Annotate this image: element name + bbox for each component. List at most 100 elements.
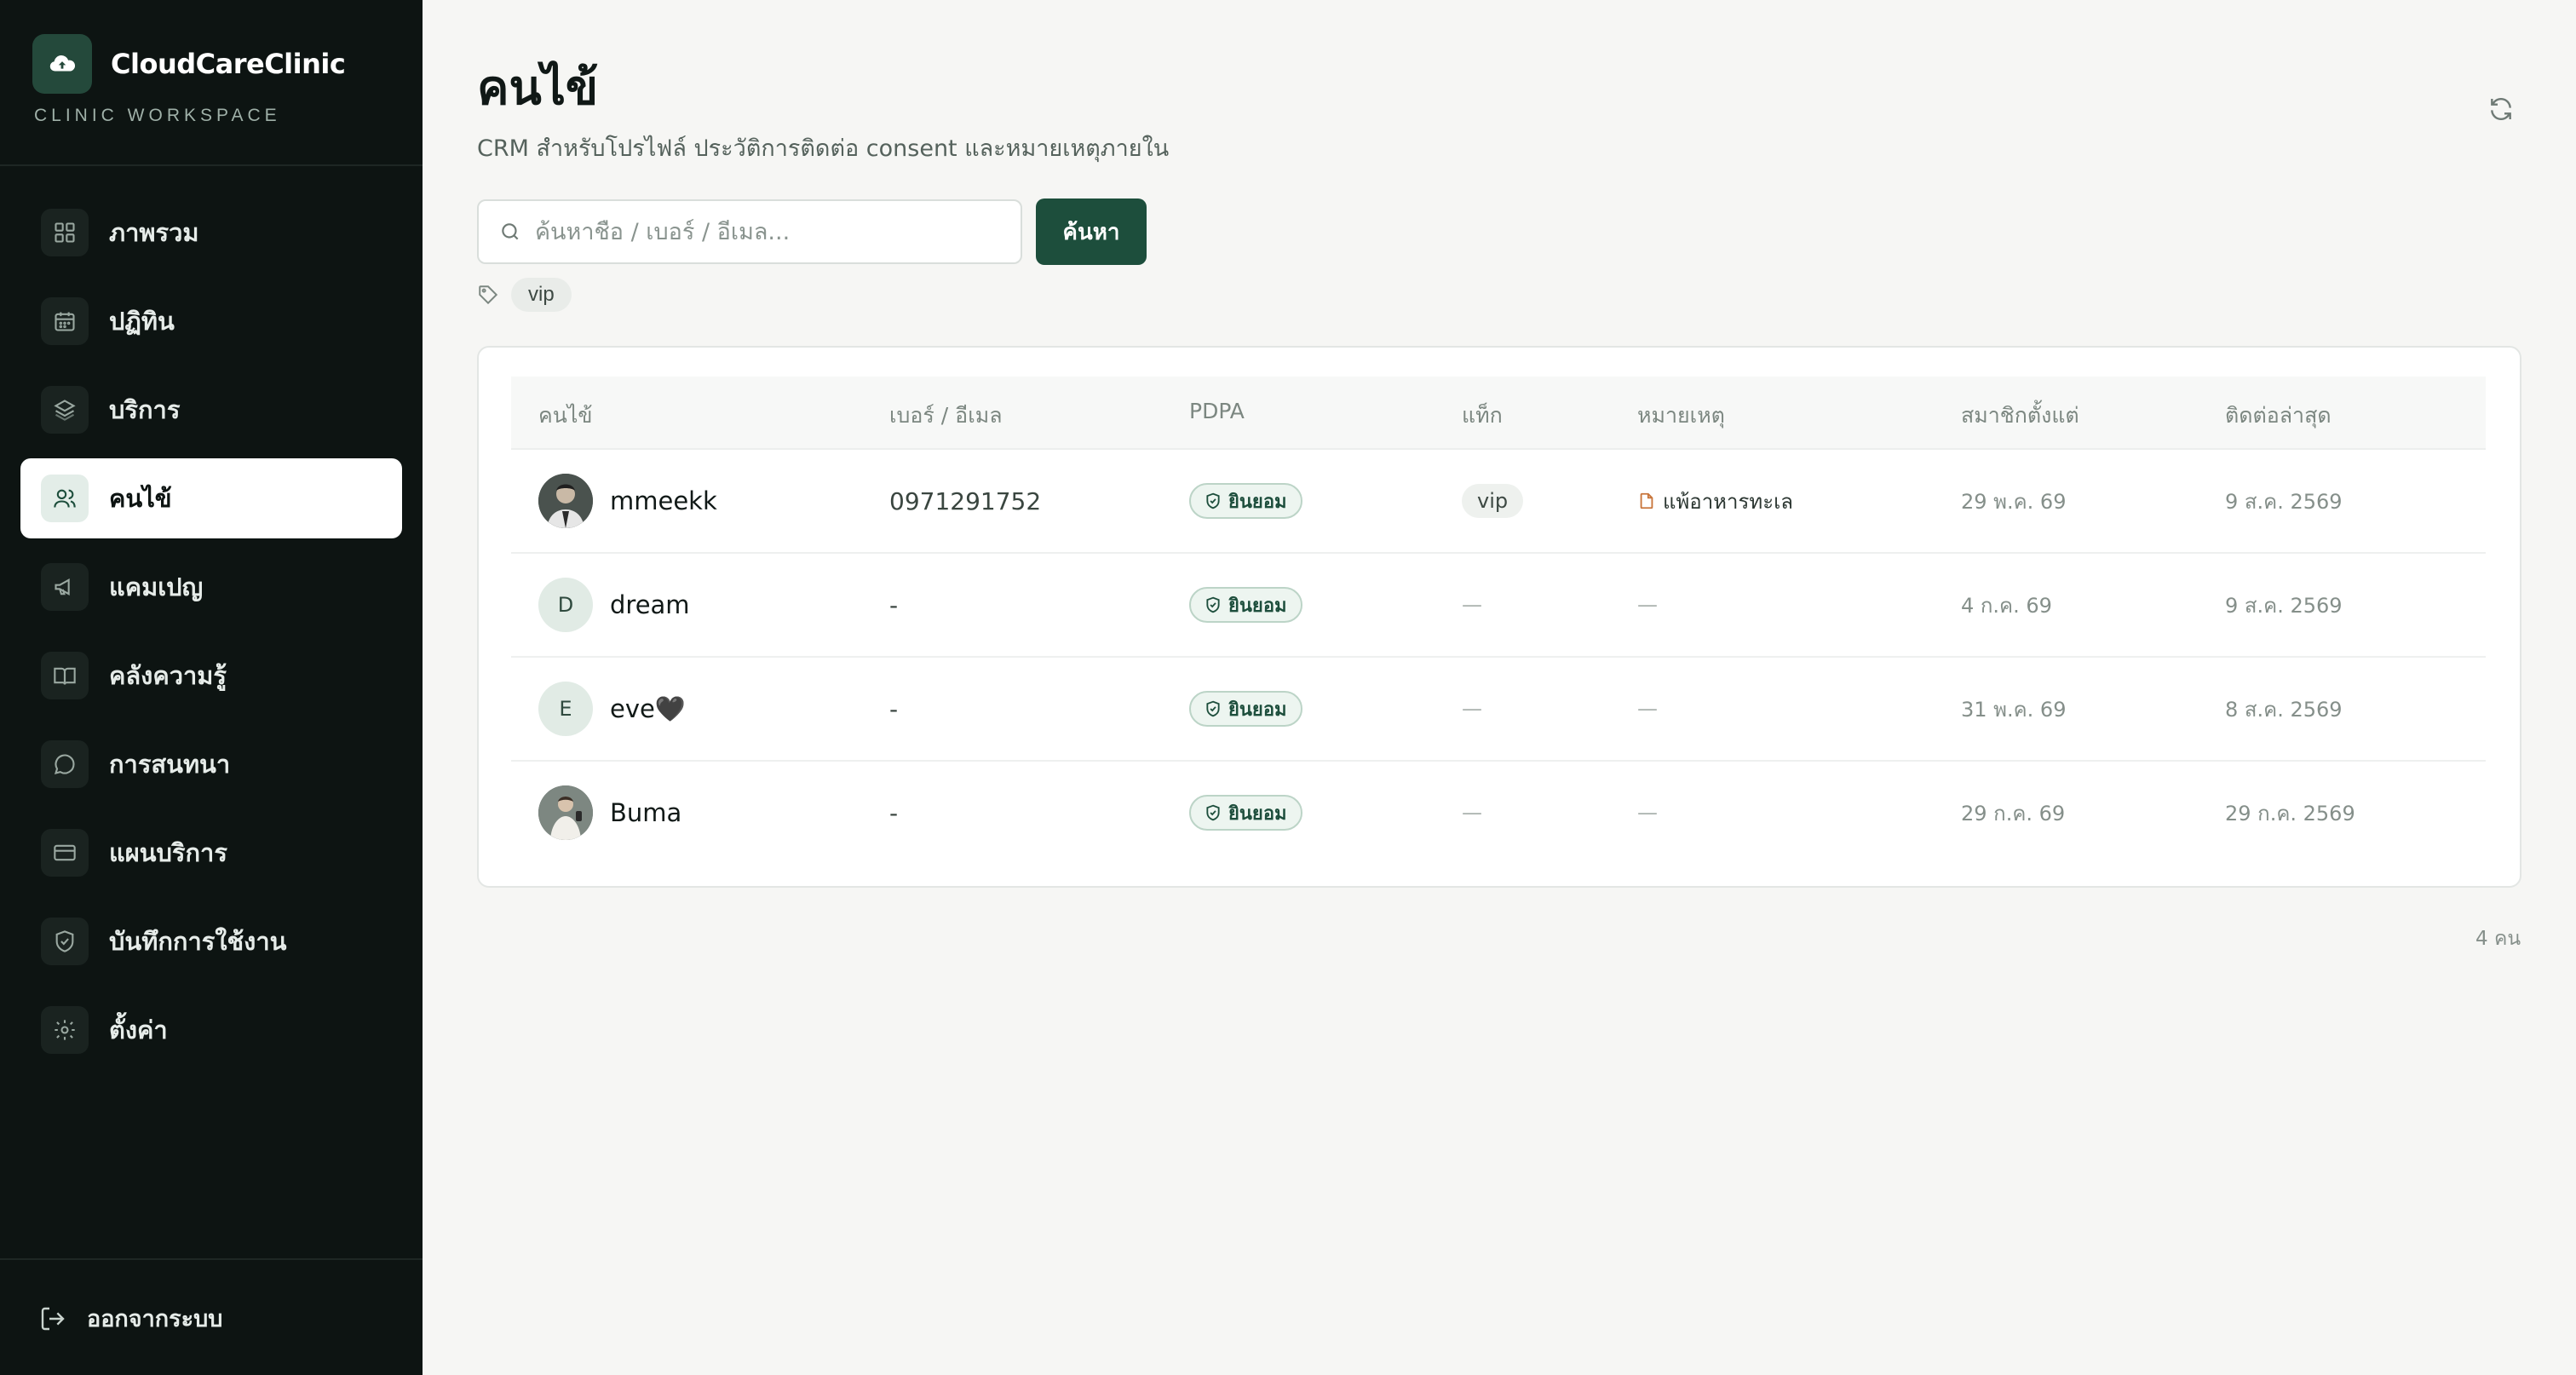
empty-tag: — <box>1462 697 1482 721</box>
table-row[interactable]: mmeekk 0971291752 ยินยอม vip แพ้อาหารทะเ… <box>511 450 2486 554</box>
divider <box>0 1258 423 1260</box>
patient-name: Buma <box>610 798 682 827</box>
table-row[interactable]: Buma - ยินยอม — — 29 ก.ค. 69 29 ก.ค. 256… <box>511 762 2486 866</box>
member-since-cell: 4 ก.ค. 69 <box>1961 554 2052 656</box>
layers-icon <box>41 386 89 434</box>
sidebar-item-settings[interactable]: ตั้งค่า <box>20 990 402 1070</box>
tag-chip-vip[interactable]: vip <box>511 278 572 312</box>
note-cell: — <box>1637 554 1658 656</box>
sidebar-item-audit-log[interactable]: บันทึกการใช้งาน <box>20 901 402 981</box>
shield-check-icon <box>1206 804 1220 821</box>
sidebar-item-plans[interactable]: แผนบริการ <box>20 813 402 893</box>
phone-number: - <box>889 694 899 723</box>
last-contact: 9 ส.ค. 2569 <box>2225 489 2343 514</box>
pdpa-status: ยินยอม <box>1228 699 1287 721</box>
sidebar-item-label: ตั้งค่า <box>109 1015 168 1044</box>
logout-button[interactable]: ออกจากระบบ <box>39 1300 222 1337</box>
sidebar-item-label: ภาพรวม <box>109 218 199 247</box>
shield-check-icon <box>1206 596 1220 613</box>
phone-number: - <box>889 590 899 619</box>
patient-cell: mmeekk <box>538 450 717 552</box>
table-row[interactable]: E eve🖤 - ยินยอม — — 31 พ.ค. 69 8 ส.ค. 25… <box>511 658 2486 762</box>
member-since: 29 พ.ค. 69 <box>1961 489 2067 514</box>
tag-filter: vip <box>477 278 572 312</box>
empty-tag: — <box>1462 801 1482 825</box>
table-header: คนไข้ เบอร์ / อีเมล PDPA แท็ก หมายเหตุ ส… <box>511 377 2486 450</box>
refresh-button[interactable] <box>2477 85 2525 133</box>
column-header-tags[interactable]: แท็ก <box>1462 399 1503 433</box>
pdpa-cell: ยินยอม <box>1189 554 1302 656</box>
search-button[interactable]: ค้นหา <box>1036 198 1147 265</box>
sidebar-item-calendar[interactable]: ปฏิทิน <box>20 281 402 361</box>
logout-label: ออกจากระบบ <box>87 1306 223 1332</box>
sidebar-item-label: บันทึกการใช้งาน <box>109 927 287 956</box>
pdpa-status: ยินยอม <box>1228 595 1287 617</box>
column-header-contact[interactable]: เบอร์ / อีเมล <box>889 399 1003 433</box>
logout-icon <box>41 1307 65 1330</box>
divider <box>0 164 423 166</box>
member-since-cell: 29 ก.ค. 69 <box>1961 762 2065 864</box>
main-content: คนไข้ CRM สำหรับโปรไฟล์ ประวัติการติดต่อ… <box>423 0 2576 1375</box>
empty-tag: — <box>1462 593 1482 617</box>
member-since-cell: 29 พ.ค. 69 <box>1961 450 2066 552</box>
refresh-icon <box>2491 97 2511 121</box>
sidebar-item-conversations[interactable]: การสนทนา <box>20 724 402 804</box>
tag-icon <box>479 285 498 305</box>
note-cell: — <box>1637 658 1658 760</box>
grid-icon <box>41 209 89 256</box>
patient-name: eve🖤 <box>610 693 686 723</box>
sidebar-item-label: คนไข้ <box>109 484 172 513</box>
patient-cell: D dream <box>538 554 690 656</box>
note: แพ้อาหารทะเล <box>1637 485 1793 518</box>
column-header-member-since[interactable]: สมาชิกตั้งแต่ <box>1961 399 2079 433</box>
note-text: — <box>1637 801 1658 825</box>
sidebar-item-campaigns[interactable]: แคมเปญ <box>20 547 402 627</box>
file-icon <box>1640 492 1653 509</box>
note-text: — <box>1637 697 1658 721</box>
page-title: คนไข้ <box>477 60 599 116</box>
pdpa-badge: ยินยอม <box>1189 795 1302 831</box>
table-row[interactable]: D dream - ยินยอม — — 4 ก.ค. 69 9 ส.ค. 25… <box>511 554 2486 658</box>
phone-number: - <box>889 798 899 827</box>
sidebar: CloudCareClinic CLINIC WORKSPACE ภาพรวม … <box>0 0 423 1375</box>
tag-cell: vip <box>1462 450 1524 552</box>
contact-cell: - <box>889 658 898 760</box>
pdpa-status: ยินยอม <box>1228 491 1287 513</box>
search-field <box>477 199 1022 264</box>
sidebar-item-patients[interactable]: คนไข้ <box>20 458 402 538</box>
avatar <box>538 785 593 840</box>
sidebar-item-label: แผนบริการ <box>109 838 227 867</box>
patient-cell: Buma <box>538 762 681 864</box>
column-header-pdpa[interactable]: PDPA <box>1189 399 1245 423</box>
sidebar-nav: ภาพรวม ปฏิทิน บริการ คนไข้ แคมเปญ คลังคว… <box>20 193 402 1079</box>
column-header-patient[interactable]: คนไข้ <box>538 399 592 433</box>
pdpa-badge: ยินยอม <box>1189 483 1302 519</box>
sidebar-item-label: แคมเปญ <box>109 572 204 601</box>
tag-cell: — <box>1462 762 1482 864</box>
search-icon <box>502 223 519 240</box>
status-badge: vip <box>1462 484 1524 518</box>
member-since: 29 ก.ค. 69 <box>1961 801 2066 826</box>
last-contact-cell: 9 ส.ค. 2569 <box>2225 450 2343 552</box>
last-contact-cell: 9 ส.ค. 2569 <box>2225 554 2343 656</box>
member-since-cell: 31 พ.ค. 69 <box>1961 658 2066 760</box>
last-contact-cell: 29 ก.ค. 2569 <box>2225 762 2355 864</box>
pdpa-cell: ยินยอม <box>1189 450 1302 552</box>
member-since: 31 พ.ค. 69 <box>1961 697 2067 722</box>
last-contact-cell: 8 ส.ค. 2569 <box>2225 658 2343 760</box>
column-header-notes[interactable]: หมายเหตุ <box>1637 399 1725 433</box>
column-header-last-contact[interactable]: ติดต่อล่าสุด <box>2225 399 2332 433</box>
brand[interactable]: CloudCareClinic <box>32 34 346 94</box>
sidebar-item-services[interactable]: บริการ <box>20 370 402 450</box>
book-icon <box>41 652 89 699</box>
sidebar-item-label: บริการ <box>109 395 181 424</box>
patient-name: mmeekk <box>610 486 717 515</box>
sidebar-item-knowledge[interactable]: คลังความรู้ <box>20 636 402 716</box>
search-input[interactable] <box>535 218 1012 245</box>
brand-subtitle: CLINIC WORKSPACE <box>34 106 281 125</box>
contact-cell: - <box>889 554 898 656</box>
last-contact: 9 ส.ค. 2569 <box>2225 593 2343 618</box>
cloud-upload-icon <box>32 34 92 94</box>
note-cell: แพ้อาหารทะเล <box>1637 450 1793 552</box>
sidebar-item-overview[interactable]: ภาพรวม <box>20 193 402 273</box>
